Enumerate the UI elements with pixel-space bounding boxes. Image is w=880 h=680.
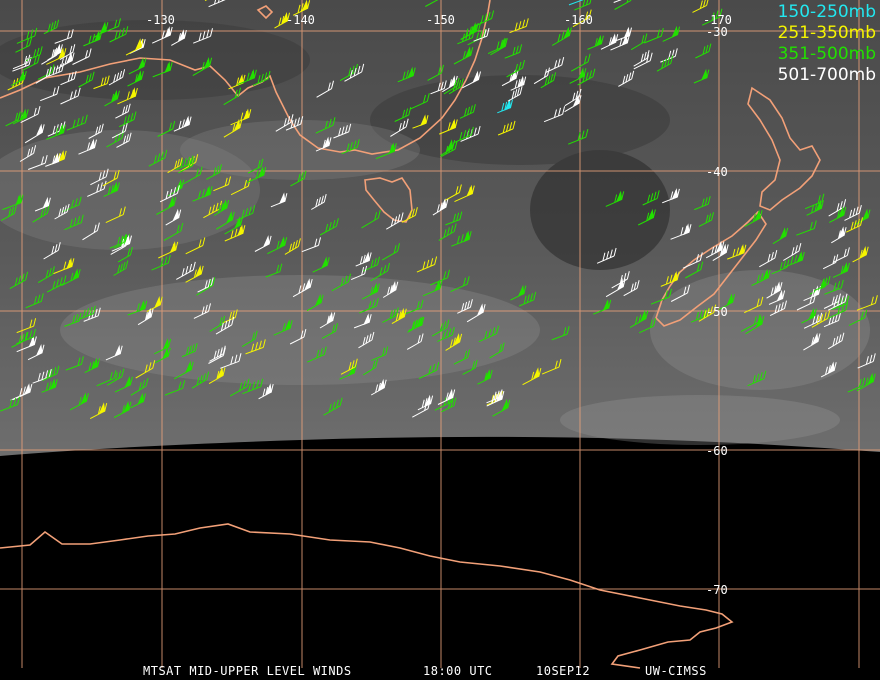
legend-item-501-700: 501-700mb [777,65,876,85]
lat-label: -40 [706,165,728,179]
footer-caption: MTSAT MID-UPPER LEVEL WINDS 18:00 UTC 10… [0,664,880,678]
lat-label: -60 [706,444,728,458]
time-stamp: 18:00 UTC [423,664,493,678]
lon-label: -160 [564,13,593,27]
legend-item-150-250: 150-250mb [777,2,876,22]
lat-label: -50 [706,305,728,319]
lat-label: -30 [706,25,728,39]
date-stamp: 10SEP12 [536,664,591,678]
lat-label: -70 [706,583,728,597]
legend-item-351-500: 351-500mb [777,44,876,64]
legend-item-251-350: 251-350mb [777,23,876,43]
lon-label: -150 [426,13,455,27]
pressure-legend: 150-250mb 251-350mb 351-500mb 501-700mb [778,2,876,86]
satellite-wind-map: -130 -140 -150 -160 -170 -30 -40 -50 -60… [0,0,880,669]
source-credit: UW-CIMSS [645,664,707,678]
product-name: MTSAT MID-UPPER LEVEL WINDS [143,664,352,678]
lon-label: -130 [146,13,175,27]
lon-label: -140 [286,13,315,27]
